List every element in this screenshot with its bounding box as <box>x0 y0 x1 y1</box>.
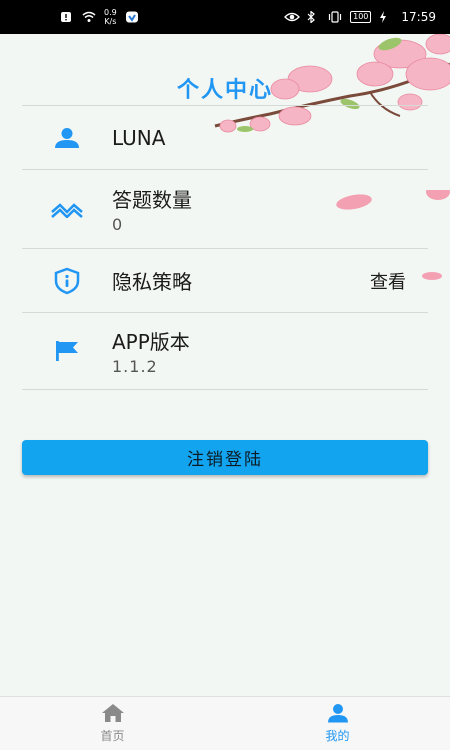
user-row: LUNA <box>22 105 428 169</box>
answer-count-row: 答题数量 0 <box>22 169 428 248</box>
version-label: APP版本 <box>112 330 190 354</box>
privacy-row[interactable]: 隐私策略 查看 <box>22 248 428 312</box>
status-left: 0.9 K/s <box>60 8 139 26</box>
eye-icon <box>284 11 301 23</box>
version-value: 1.1.2 <box>112 357 158 376</box>
answer-count-value: 0 <box>112 215 124 234</box>
shield-info-icon <box>22 267 112 295</box>
charging-icon <box>379 11 393 23</box>
flag-icon <box>22 340 112 362</box>
status-bar: 0.9 K/s 100 17:59 <box>0 0 450 34</box>
nav-mine[interactable]: 我的 <box>225 697 450 750</box>
user-icon <box>22 127 112 149</box>
network-speed: 0.9 K/s <box>104 8 117 26</box>
vibrate-icon <box>328 11 342 23</box>
trend-chart-icon <box>22 200 112 218</box>
bluetooth-icon <box>306 10 320 24</box>
username: LUNA <box>112 125 166 150</box>
bottom-nav: 首页 我的 <box>0 696 450 750</box>
battery-level: 100 <box>350 11 372 23</box>
answer-count-label: 答题数量 <box>112 188 192 212</box>
nav-home-label: 首页 <box>100 729 125 743</box>
privacy-label: 隐私策略 <box>112 270 192 294</box>
profile-list: LUNA 答题数量 0 隐私策略 查看 APP版本 1.1.2 <box>22 105 428 390</box>
version-row: APP版本 1.1.2 <box>22 312 428 390</box>
app-notification-icon <box>125 11 139 23</box>
page-title: 个人中心 <box>176 78 273 103</box>
status-time: 17:59 <box>401 10 436 24</box>
nav-home[interactable]: 首页 <box>0 697 225 750</box>
speed-unit: K/s <box>104 17 117 26</box>
status-right: 100 17:59 <box>284 10 436 24</box>
notification-icon <box>60 11 74 23</box>
home-icon <box>101 704 124 722</box>
wifi-icon <box>82 11 96 23</box>
speed-value: 0.9 <box>104 8 117 17</box>
privacy-view-link[interactable]: 查看 <box>370 268 428 294</box>
person-icon <box>327 704 348 723</box>
nav-mine-label: 我的 <box>325 729 350 743</box>
logout-button[interactable]: 注销登陆 <box>22 440 428 475</box>
